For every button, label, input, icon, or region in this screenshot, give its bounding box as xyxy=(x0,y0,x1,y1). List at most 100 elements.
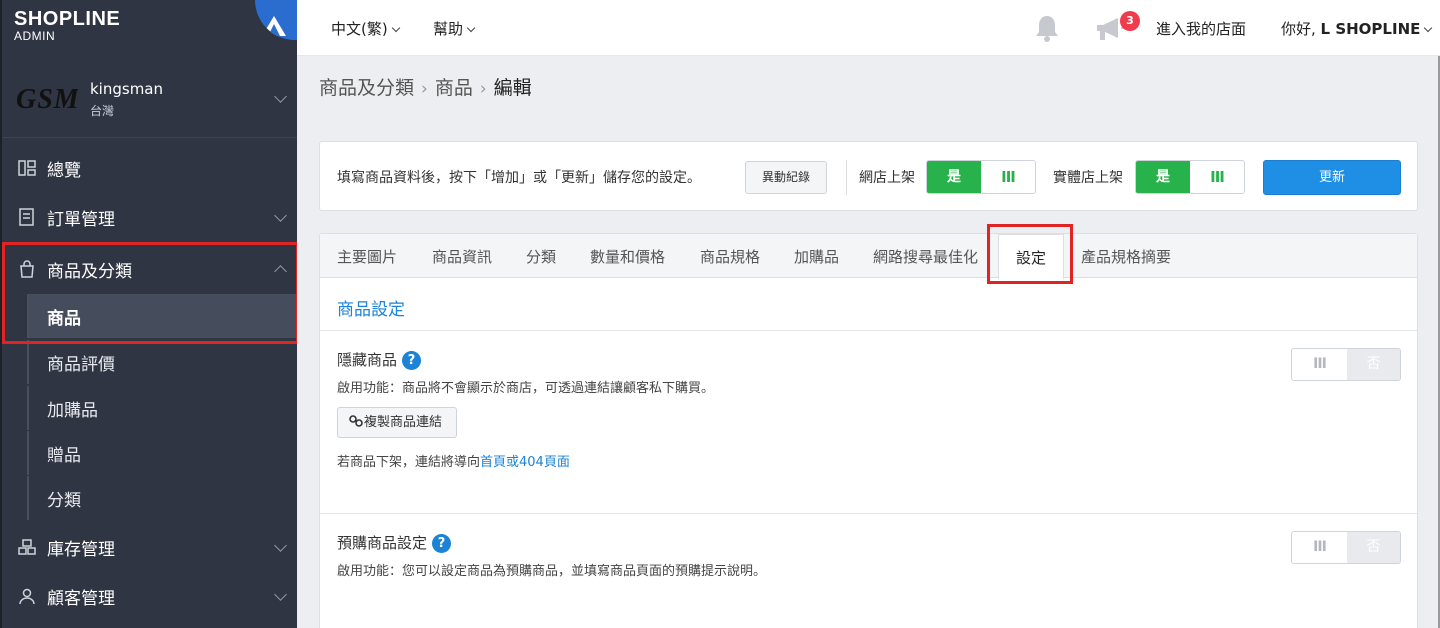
corner-mountain-icon[interactable] xyxy=(255,0,299,40)
online-store-toggle[interactable]: 是 III xyxy=(926,160,1036,194)
sidebar-subitem-addons[interactable]: 加購品 xyxy=(27,386,299,430)
highlight-box-products-menu xyxy=(2,242,299,344)
user-icon xyxy=(19,588,35,605)
chevron-down-icon xyxy=(274,90,287,103)
shopline-logo[interactable]: SHOPLINE ADMIN xyxy=(14,8,120,42)
sidebar-subitem-label: 分類 xyxy=(47,490,81,511)
sidebar-item-overview[interactable]: 總覽 xyxy=(2,144,299,192)
help-dropdown[interactable]: 幫助 xyxy=(433,18,476,39)
sidebar-subitem-categories[interactable]: 分類 xyxy=(27,476,299,520)
sidebar-item-label: 訂單管理 xyxy=(47,209,115,230)
tab-bar: 主要圖片 商品資訊 分類 數量和價格 商品規格 加購品 網路搜尋最佳化 設定 產… xyxy=(320,234,1417,279)
breadcrumb-products[interactable]: 商品 xyxy=(435,77,473,99)
shop-logo: GSM xyxy=(16,84,78,115)
link-icon xyxy=(349,415,363,427)
tab-quantity-price[interactable]: 數量和價格 xyxy=(590,246,665,267)
tab-spec-summary[interactable]: 產品規格摘要 xyxy=(1081,246,1171,267)
notification-badge: 3 xyxy=(1120,11,1140,31)
product-edit-panel: 主要圖片 商品資訊 分類 數量和價格 商品規格 加購品 網路搜尋最佳化 設定 產… xyxy=(319,233,1418,628)
hidden-product-desc: 啟用功能：商品將不會顯示於商店，可透過連結讓顧客私下購買。 xyxy=(337,381,715,396)
redirect-note: 若商品下架，連結將導向首頁或404頁面 xyxy=(337,451,570,470)
hidden-product-label: 隱藏商品 xyxy=(337,351,398,369)
chevron-down-icon xyxy=(1424,23,1433,33)
sidebar-item-customers[interactable]: 顧客管理 xyxy=(2,572,299,620)
chevron-down-icon xyxy=(274,209,287,222)
tab-seo[interactable]: 網路搜尋最佳化 xyxy=(873,246,978,267)
tab-main-images[interactable]: 主要圖片 xyxy=(337,246,397,267)
divider xyxy=(846,160,847,195)
toggle-handle: III xyxy=(1190,161,1244,193)
preorder-toggle[interactable]: III 否 xyxy=(1291,531,1401,564)
breadcrumb-products-categories[interactable]: 商品及分類 xyxy=(319,77,414,99)
sidebar-subitem-gifts[interactable]: 贈品 xyxy=(27,431,299,475)
help-label: 幫助 xyxy=(433,20,464,38)
logo-main-text: SHOPLINE xyxy=(14,8,121,30)
help-icon[interactable]: ? xyxy=(402,351,422,370)
breadcrumb-separator: › xyxy=(479,79,487,99)
chevron-down-icon xyxy=(466,23,476,33)
help-icon[interactable]: ? xyxy=(432,534,452,553)
language-label: 中文(繁) xyxy=(331,20,388,38)
sidebar-item-orders[interactable]: 訂單管理 xyxy=(2,193,299,241)
online-store-label: 網店上架 xyxy=(859,170,915,186)
toggle-handle: III xyxy=(1292,532,1347,563)
tab-addons[interactable]: 加購品 xyxy=(794,246,839,267)
copy-link-label: 複製商品連結 xyxy=(364,415,443,430)
user-name: L SHOPLINE xyxy=(1320,20,1421,38)
shop-region: 台灣 xyxy=(90,104,115,118)
sidebar-subitem-reviews[interactable]: 商品評價 xyxy=(27,340,299,384)
sidebar-item-inventory[interactable]: 庫存管理 xyxy=(2,523,299,571)
divider xyxy=(320,330,1417,331)
tab-product-info[interactable]: 商品資訊 xyxy=(432,246,492,267)
retail-store-toggle[interactable]: 是 III xyxy=(1135,160,1245,194)
toggle-yes: 是 xyxy=(1136,161,1190,193)
sidebar-subitem-label: 贈品 xyxy=(47,445,81,466)
shop-switcher[interactable]: GSM kingsman 台灣 xyxy=(2,60,299,138)
dashboard-icon xyxy=(18,160,36,176)
hidden-product-toggle[interactable]: III 否 xyxy=(1291,348,1401,381)
sidebar-item-label: 總覽 xyxy=(47,160,81,181)
chevron-down-icon xyxy=(274,539,287,552)
update-button[interactable]: 更新 xyxy=(1263,160,1401,195)
order-icon xyxy=(19,208,34,226)
main-content: 商品及分類 › 商品 › 編輯 填寫商品資料後，按下「增加」或「更新」儲存您的設定。 異… xyxy=(297,56,1440,628)
save-hint-text: 填寫商品資料後，按下「增加」或「更新」儲存您的設定。 xyxy=(337,170,701,186)
sidebar-subitem-label: 商品評價 xyxy=(47,354,115,375)
store-link[interactable]: 進入我的店面 xyxy=(1156,18,1246,39)
chevron-down-icon xyxy=(274,588,287,601)
breadcrumb-current: 編輯 xyxy=(493,77,532,99)
tab-variants[interactable]: 商品規格 xyxy=(700,246,760,267)
language-dropdown[interactable]: 中文(繁) xyxy=(331,18,400,39)
inventory-icon xyxy=(18,539,36,555)
toggle-yes: 是 xyxy=(927,161,981,193)
sidebar-item-label: 顧客管理 xyxy=(47,588,115,609)
user-menu[interactable]: 你好, L SHOPLINE xyxy=(1281,18,1433,39)
breadcrumb: 商品及分類 › 商品 › 編輯 xyxy=(319,73,532,100)
copy-product-link-button[interactable]: 複製商品連結 xyxy=(337,407,457,438)
history-button[interactable]: 異動紀錄 xyxy=(745,161,827,194)
logo-sub-text: ADMIN xyxy=(14,29,56,43)
toggle-handle: III xyxy=(981,161,1035,193)
bell-icon[interactable] xyxy=(1034,14,1060,42)
breadcrumb-separator: › xyxy=(421,79,428,99)
toggle-handle: III xyxy=(1292,349,1347,380)
redirect-link[interactable]: 首頁或404頁面 xyxy=(480,455,570,470)
greeting-text: 你好, xyxy=(1281,20,1321,38)
hidden-product-title: 隱藏商品? xyxy=(337,349,422,370)
sidebar-subitem-label: 加購品 xyxy=(47,400,98,421)
topbar: 中文(繁) 幫助 3 進入我的店面 你好, L SHOPLINE xyxy=(297,0,1440,56)
sidebar-item-label: 庫存管理 xyxy=(47,539,115,560)
action-bar: 填寫商品資料後，按下「增加」或「更新」儲存您的設定。 異動紀錄 網店上架 是 I… xyxy=(319,141,1418,211)
redirect-note-text: 若商品下架，連結將導向 xyxy=(337,455,481,470)
tab-categories[interactable]: 分類 xyxy=(526,246,556,267)
divider xyxy=(320,513,1417,514)
highlight-box-settings-tab xyxy=(987,224,1073,284)
chevron-down-icon xyxy=(391,23,400,33)
retail-store-label: 實體店上架 xyxy=(1053,170,1123,186)
preorder-title: 預購商品設定? xyxy=(337,532,452,553)
shop-name: kingsman xyxy=(90,80,164,98)
toggle-no: 否 xyxy=(1346,532,1400,563)
section-title: 商品設定 xyxy=(337,300,405,320)
toggle-no: 否 xyxy=(1346,349,1400,380)
preorder-desc: 啟用功能：您可以設定商品為預購商品，並填寫商品頁面的預購提示說明。 xyxy=(337,564,767,579)
